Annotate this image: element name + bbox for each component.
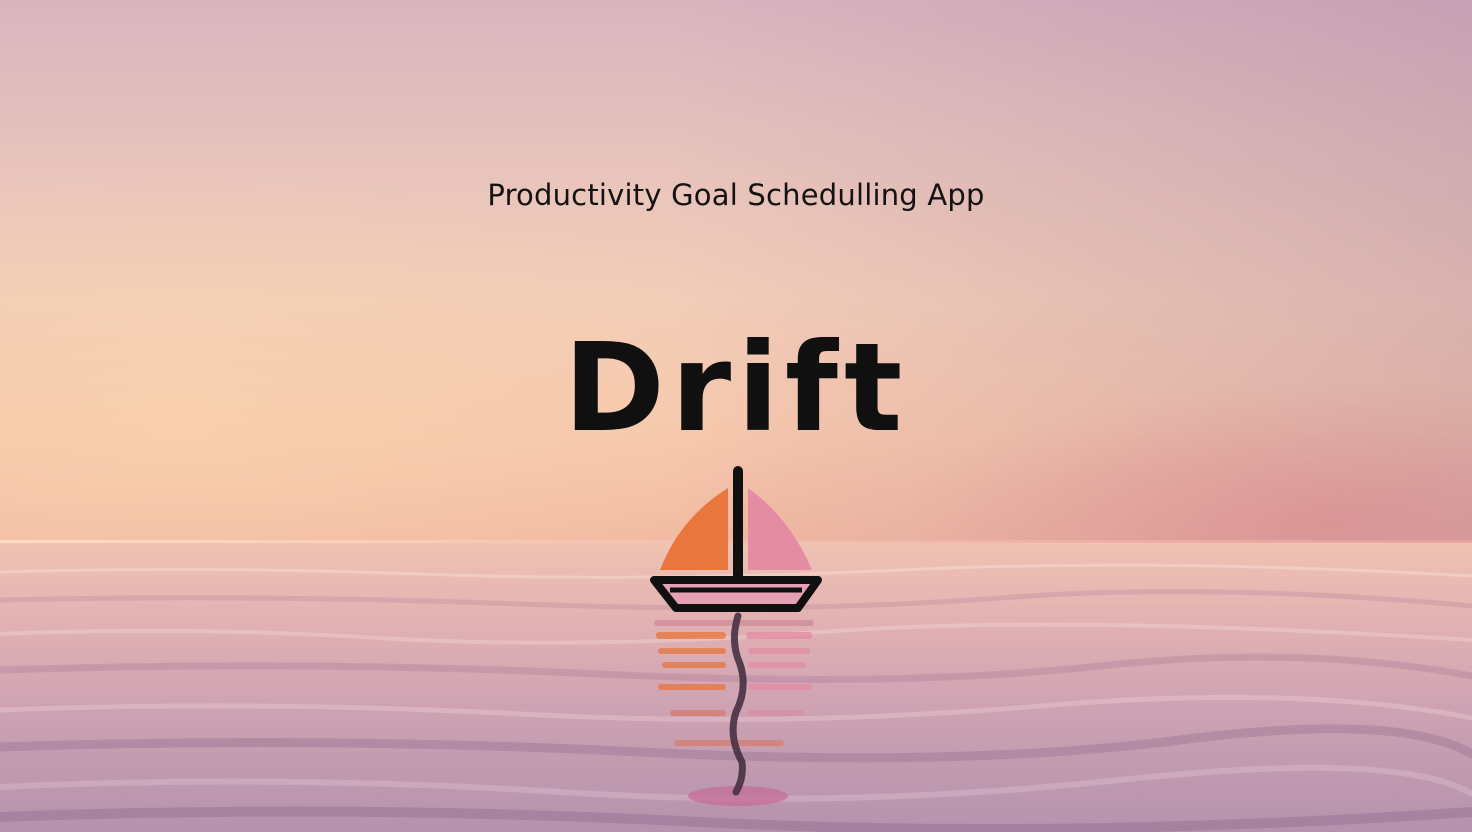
right-sail bbox=[748, 488, 812, 570]
sailboat-icon bbox=[650, 466, 822, 612]
mast bbox=[733, 466, 743, 582]
left-sail bbox=[660, 488, 728, 570]
hull bbox=[650, 576, 822, 612]
splash-screen: Productivity Goal Schedulling App Drift bbox=[0, 0, 1472, 832]
app-subtitle: Productivity Goal Schedulling App bbox=[487, 178, 985, 212]
app-title: Drift bbox=[563, 317, 909, 459]
boat-reflection bbox=[654, 612, 814, 806]
